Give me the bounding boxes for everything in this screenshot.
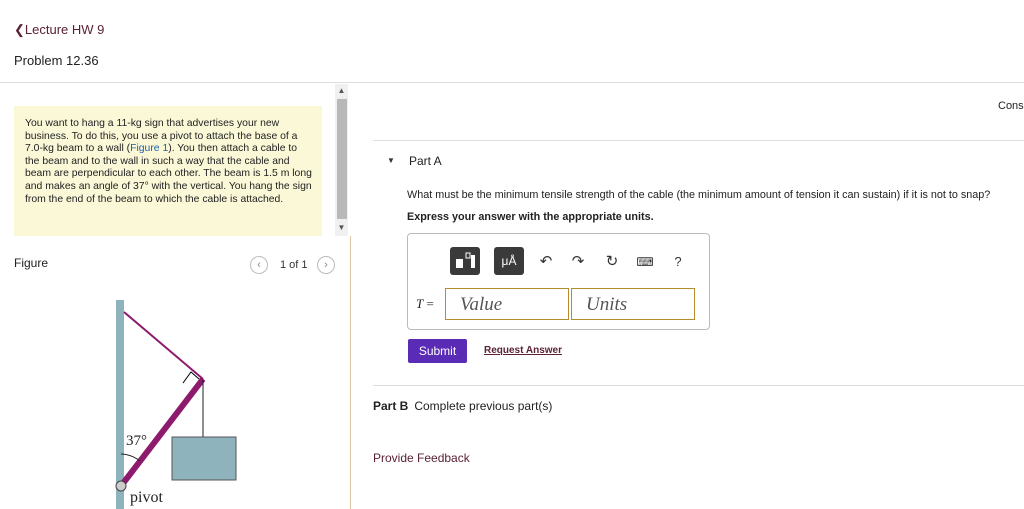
part-b-row: Part B Complete previous part(s) [373, 399, 553, 413]
pivot-icon [115, 480, 127, 492]
scroll-up-arrow-icon[interactable]: ▲ [335, 84, 348, 98]
figure-link[interactable]: Figure 1 [130, 143, 168, 154]
units-input[interactable]: Units [571, 288, 695, 320]
caret-down-icon[interactable]: ▼ [387, 156, 395, 165]
part-a-instruction: Express your answer with the appropriate… [407, 211, 654, 223]
back-to-lecture-link[interactable]: ❮Lecture HW 9 [14, 22, 104, 38]
angle-label: 37° [126, 433, 147, 449]
provide-feedback-link[interactable]: Provide Feedback [373, 451, 470, 465]
header-divider [0, 82, 1024, 83]
help-icon[interactable]: ? [668, 254, 688, 269]
redo-icon[interactable]: ↷ [568, 252, 588, 270]
scroll-down-arrow-icon[interactable]: ▼ [335, 221, 348, 235]
scroll-thumb[interactable] [337, 99, 347, 219]
cable [123, 311, 204, 380]
part-a-title[interactable]: Part A [409, 154, 442, 168]
chevron-right-icon: › [324, 259, 328, 271]
wall [116, 300, 124, 509]
reset-icon[interactable]: ↻ [602, 252, 622, 270]
request-answer-link[interactable]: Request Answer [484, 345, 562, 356]
figure-label: Figure [14, 256, 49, 270]
pivot-label: pivot [130, 489, 163, 506]
problem-title: Problem 12.36 [14, 53, 99, 68]
part-a-divider [373, 140, 1024, 141]
units-icon[interactable]: μÅ [494, 247, 524, 275]
panel-divider [350, 236, 351, 509]
template-glyph [456, 252, 475, 268]
undo-icon[interactable]: ↶ [536, 252, 556, 270]
keyboard-icon[interactable]: ⌨ [635, 255, 655, 269]
beam-figure: 37° pivot [115, 300, 237, 509]
problem-statement: You want to hang a 11-kg sign that adver… [14, 106, 322, 236]
figure-count: 1 of 1 [280, 259, 308, 271]
constants-link[interactable]: Cons [998, 100, 1024, 112]
value-input[interactable]: Value [445, 288, 569, 320]
sign [171, 436, 237, 481]
chevron-left-icon: ‹ [257, 259, 261, 271]
template-icon[interactable] [450, 247, 480, 275]
chevron-left-icon: ❮ [14, 22, 25, 37]
next-figure-button[interactable]: › [317, 256, 335, 274]
part-a-question: What must be the minimum tensile strengt… [407, 189, 991, 201]
part-b-divider [373, 385, 1024, 386]
submit-button[interactable]: Submit [408, 339, 467, 363]
previous-figure-button[interactable]: ‹ [250, 256, 268, 274]
answer-variable: T = [416, 296, 434, 311]
